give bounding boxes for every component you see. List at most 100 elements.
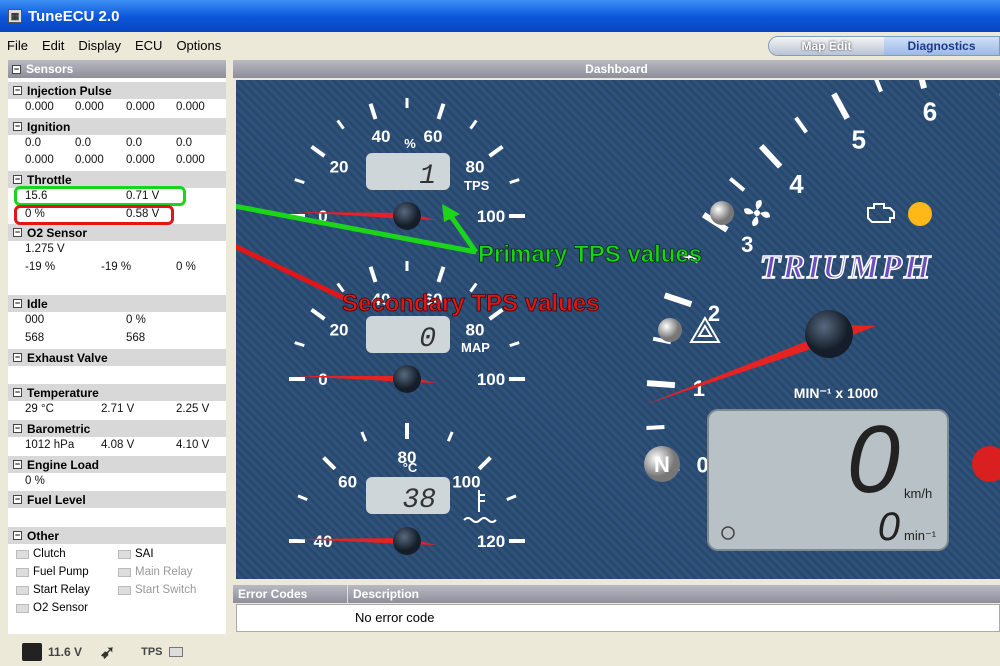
idle-value: 000	[25, 314, 45, 326]
ignition-value: 0.000	[25, 154, 54, 166]
tps-needle-hub	[393, 202, 421, 230]
tab-map-edit[interactable]: Map Edit	[769, 37, 884, 55]
col-description[interactable]: Description	[348, 585, 419, 603]
tps-tick-label: 80	[465, 158, 484, 177]
collapse-icon[interactable]: −	[13, 460, 22, 469]
injection-value: 0.000	[176, 101, 205, 113]
col-error-codes[interactable]: Error Codes	[233, 585, 348, 603]
tacho-tick	[831, 92, 850, 120]
tps-tick-label: 20	[330, 158, 349, 177]
dashboard-gauges: 02040 6080100 02040 6080100 406080100120 0…	[236, 80, 1000, 555]
tacho-tick-label: 3	[741, 232, 753, 257]
section-injection-pulse[interactable]: − Injection Pulse	[8, 82, 226, 99]
map-tick-label: 80	[465, 321, 484, 340]
error-table-header: Error Codes Description	[233, 585, 1000, 603]
o2-value: -19 %	[25, 261, 56, 273]
brand-logo: TRIUMPH	[760, 249, 933, 286]
tps-display	[366, 153, 450, 190]
o2-value: -19 %	[101, 261, 132, 273]
app-icon: ▦	[8, 9, 22, 23]
temp-tick	[506, 494, 517, 502]
map-tick-label: 100	[477, 370, 505, 389]
collapse-icon[interactable]: −	[13, 299, 22, 308]
menu-file[interactable]: File	[0, 38, 35, 53]
tps-unit: %	[404, 136, 416, 151]
tacho-unit: MIN⁻¹ x 1000	[794, 385, 879, 401]
tps-label: TPS	[464, 178, 490, 193]
barometric-voltage: 4.10 V	[176, 439, 210, 451]
title-bar: ▦ TuneECU 2.0	[0, 0, 1000, 32]
temp-unit: °C	[403, 460, 418, 475]
primary-arrow	[236, 203, 477, 255]
collapse-icon[interactable]: −	[12, 64, 21, 74]
section-exhaust-valve[interactable]: − Exhaust Valve	[8, 349, 226, 366]
injection-value: 0.000	[25, 101, 54, 113]
section-idle[interactable]: − Idle	[8, 295, 226, 312]
tps-tick	[336, 119, 345, 130]
tacho-tick-label: 6	[923, 97, 937, 127]
connection-icon: ➹	[100, 641, 116, 662]
neutral-label: N	[654, 452, 670, 477]
tps-tick	[294, 178, 305, 185]
coolant-icon	[463, 490, 497, 523]
temp-tick	[322, 456, 337, 471]
section-engine-load[interactable]: − Engine Load	[8, 456, 226, 473]
map-label: MAP	[461, 340, 490, 355]
section-o2-sensor[interactable]: − O2 Sensor	[8, 224, 226, 241]
map-needle-hub	[393, 365, 421, 393]
tps-tick-label: 100	[477, 207, 505, 226]
collapse-icon[interactable]: −	[13, 495, 22, 504]
sensors-panel: − Sensors − Injection Pulse 0.000 0.000 0.…	[8, 60, 226, 634]
indicator-light-icon	[16, 549, 29, 559]
dashboard-header: Dashboard	[233, 60, 1000, 78]
oil-warning-lamp	[908, 202, 932, 226]
indicator-start-switch: Start Switch	[118, 584, 196, 596]
collapse-icon[interactable]: −	[13, 175, 22, 184]
collapse-icon[interactable]: −	[13, 122, 22, 131]
indicator-light-icon	[16, 567, 29, 577]
collapse-icon[interactable]: −	[13, 531, 22, 540]
check-engine-icon	[867, 203, 895, 223]
injection-value: 0.000	[75, 101, 104, 113]
warning-lamp	[710, 201, 734, 225]
section-fuel-level[interactable]: − Fuel Level	[8, 491, 226, 508]
temp-tick-label: 40	[314, 532, 333, 551]
tps-tick-label: 40	[372, 127, 391, 146]
menu-edit[interactable]: Edit	[35, 38, 71, 53]
fan-icon	[744, 200, 770, 226]
section-barometric[interactable]: − Barometric	[8, 420, 226, 437]
indicator-light-icon	[118, 549, 131, 559]
tacho-needle-hub	[805, 310, 853, 358]
battery-voltage: 11.6 V	[48, 645, 83, 659]
temp-tick	[360, 431, 368, 442]
secondary-arrow	[236, 244, 346, 301]
menu-display[interactable]: Display	[71, 38, 128, 53]
sensors-header[interactable]: − Sensors	[8, 60, 226, 78]
dashboard: 0 20 40 60 80 100 0 20 40 60 80 100 40 60 80 100 120 0…	[236, 80, 1000, 579]
barometric-value: 1012 hPa	[25, 439, 75, 451]
collapse-icon[interactable]: −	[13, 353, 22, 362]
indicator-light-icon	[16, 603, 29, 613]
temp-tick	[297, 494, 308, 502]
map-tick	[310, 308, 326, 321]
collapse-icon[interactable]: −	[13, 424, 22, 433]
view-tabs: Map Edit Diagnostics	[768, 36, 1000, 56]
section-ignition[interactable]: − Ignition	[8, 118, 226, 135]
section-other[interactable]: − Other	[8, 527, 226, 544]
temp-tick	[477, 456, 492, 471]
tacho-tick	[646, 425, 665, 430]
section-temperature[interactable]: − Temperature	[8, 384, 226, 401]
indicator-light-icon	[118, 585, 131, 595]
tacho-tick	[728, 177, 746, 192]
tab-diagnostics[interactable]: Diagnostics	[884, 37, 999, 55]
temperature-voltage: 2.71 V	[101, 403, 135, 415]
battery-icon	[22, 643, 42, 661]
collapse-icon[interactable]: −	[13, 86, 22, 95]
idle-value: 568	[126, 332, 146, 344]
indicator-fuel-pump: Fuel Pump	[16, 566, 89, 578]
indicator-start-relay: Start Relay	[16, 584, 90, 596]
collapse-icon[interactable]: −	[13, 388, 22, 397]
menu-ecu[interactable]: ECU	[128, 38, 169, 53]
menu-options[interactable]: Options	[169, 38, 228, 53]
collapse-icon[interactable]: −	[13, 228, 22, 237]
